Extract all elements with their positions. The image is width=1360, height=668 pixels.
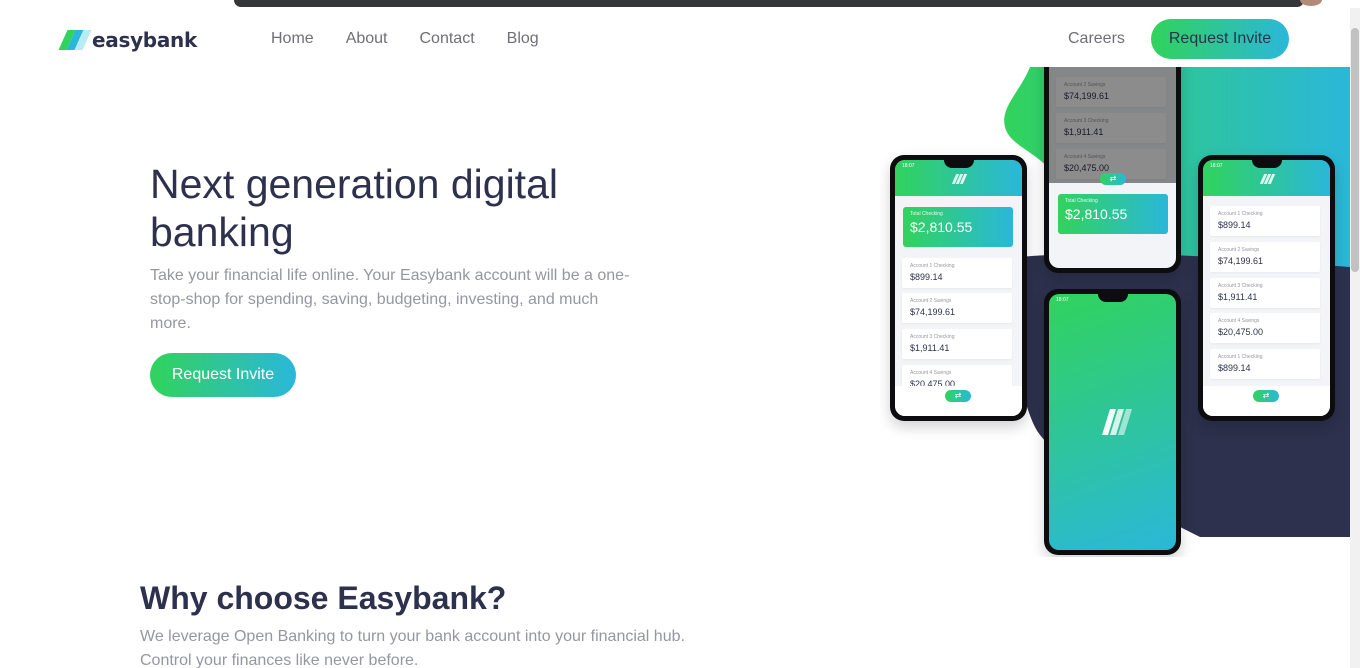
account-card: Account 4 Savings $20,475.00 [1210, 313, 1320, 343]
account-card: Account 1 Checking $899.14 [1210, 349, 1320, 379]
phone-mockup-left: 18:07 Total Checking $2,810.55 Account 1… [890, 155, 1027, 421]
logo-stripes-icon [58, 30, 92, 50]
plus-minus-icon: ⇄ [1100, 173, 1126, 185]
brand-logo[interactable]: easybank [58, 28, 197, 52]
nav-link-careers[interactable]: Careers [1068, 28, 1125, 50]
account-card: Account 3 Checking $1,911.41 [1210, 278, 1320, 308]
account-card: Account 1 Checking $899.14 [902, 258, 1012, 288]
account-card: Account 3 Checking $1,911.41 [902, 329, 1012, 359]
main-nav: Home About Contact Blog [255, 28, 555, 50]
logo-text: easybank [92, 28, 197, 52]
splash-logo-icon [1102, 409, 1132, 435]
account-card: Account 2 Savings $74,199.61 [1210, 242, 1320, 272]
nav-link-contact[interactable]: Contact [404, 28, 491, 50]
browser-top-strip [0, 0, 1360, 8]
hero-description: Take your financial life online. Your Ea… [150, 267, 630, 332]
hero-request-invite-button[interactable]: Request Invite [150, 353, 296, 397]
account-card: Account 2 Savings $74,199.61 [902, 293, 1012, 323]
browser-address-bar-edge [234, 0, 1304, 7]
plus-minus-icon: ⇄ [1253, 390, 1279, 402]
total-checking-card: Total Checking $2,810.55 [1058, 194, 1168, 234]
nav-link-about[interactable]: About [330, 28, 404, 50]
nav-link-home[interactable]: Home [255, 28, 330, 50]
why-section-title: Why choose Easybank? [140, 580, 507, 616]
phone-mockup-right: 18:07 Account 1 Checking $899.14 Account … [1198, 155, 1335, 421]
account-card: Account 1 Checking $899.14 [1210, 206, 1320, 236]
total-checking-card: Total Checking $2,810.55 [903, 207, 1013, 247]
hero-illustration: 18:07 Total Checking $2,810.55 Account 1… [880, 67, 1350, 557]
mini-logo-icon [951, 174, 967, 184]
mini-logo-icon [1259, 174, 1275, 184]
header-request-invite-button[interactable]: Request Invite [1151, 19, 1289, 59]
phone-mockup-splash: 18:07 [1044, 289, 1181, 555]
why-section-description: We leverage Open Banking to turn your ba… [140, 628, 685, 668]
plus-minus-icon: ⇄ [945, 390, 971, 402]
site-header: easybank Home About Contact Blog Careers… [0, 8, 1350, 68]
nav-link-blog[interactable]: Blog [491, 28, 555, 50]
hero-title: Next generation digital banking [150, 161, 558, 255]
page-scrollbar[interactable] [1350, 8, 1360, 668]
phone-mockup-top: Account 2 Savings $74,199.61 Account 3 Ch… [1044, 67, 1181, 273]
status-time: 18:07 [902, 163, 915, 169]
scrollbar-thumb[interactable] [1351, 28, 1359, 272]
browser-profile-avatar[interactable] [1300, 0, 1322, 6]
